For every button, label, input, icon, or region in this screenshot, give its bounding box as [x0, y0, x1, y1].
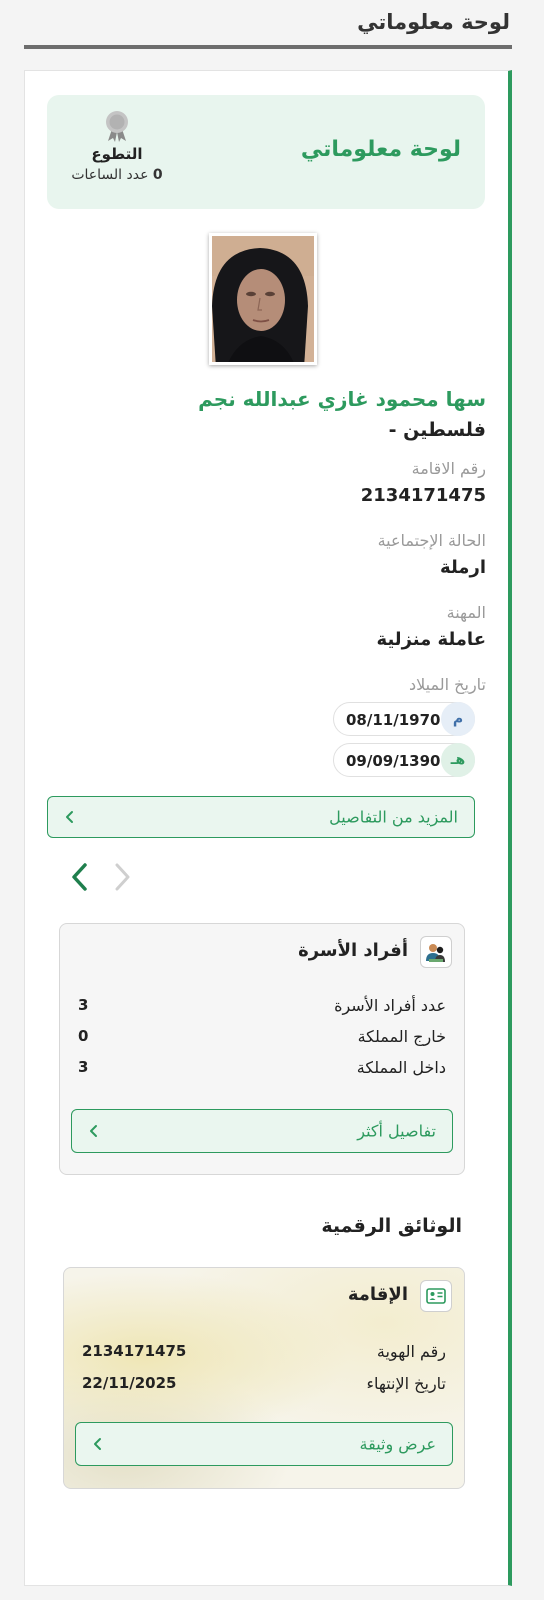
- family-row: خارج المملكة 0: [78, 1027, 446, 1051]
- occupation-value: عاملة منزلية: [376, 629, 486, 650]
- volunteer-title: التطوع: [91, 145, 143, 163]
- dashboard-hero: لوحة معلوماتي التطوع 0 عدد الساعات: [47, 95, 485, 209]
- chevron-left-icon: [66, 811, 73, 823]
- iqama-document-card: الإقامة رقم الهوية 2134171475 تاريخ الإن…: [63, 1267, 465, 1489]
- header-divider: [24, 45, 512, 49]
- volunteer-hours-label: عدد الساعات: [71, 167, 149, 183]
- iqama-title: الإقامة: [347, 1284, 408, 1305]
- family-members-card: أفراد الأسرة عدد أفراد الأسرة 3 خارج الم…: [59, 923, 465, 1175]
- family-row: داخل المملكة 3: [78, 1058, 446, 1082]
- profile-photo-image: [212, 236, 314, 362]
- more-details-button[interactable]: المزيد من التفاصيل: [47, 796, 475, 838]
- iqama-row-label: رقم الهوية: [376, 1342, 446, 1361]
- volunteer-hours: 0 عدد الساعات: [63, 167, 171, 183]
- gregorian-badge: م: [441, 702, 475, 736]
- birth-date-gregorian: م 08/11/1970: [333, 702, 475, 736]
- medal-icon: [106, 111, 128, 142]
- marital-status-label: الحالة الإجتماعية: [377, 531, 486, 550]
- residence-number-label: رقم الاقامة: [411, 459, 486, 478]
- birth-date-hijri: هـ 09/09/1390: [333, 743, 475, 777]
- profile-name: سها محمود غازي عبدالله نجم: [198, 387, 486, 411]
- more-details-label: المزيد من التفاصيل: [329, 807, 458, 827]
- family-row-label: عدد أفراد الأسرة: [334, 996, 446, 1015]
- iqama-row-value: 2134171475: [82, 1342, 187, 1360]
- profile-nationality: فلسطين -: [388, 419, 486, 441]
- occupation-label: المهنة: [446, 603, 486, 622]
- family-row: عدد أفراد الأسرة 3: [78, 996, 446, 1020]
- marital-status-value: ارملة: [440, 557, 486, 578]
- gregorian-date: 08/11/1970: [346, 711, 441, 729]
- view-document-label: عرض وثيقة: [359, 1434, 436, 1454]
- hijri-badge: هـ: [441, 743, 475, 777]
- chevron-left-icon: [90, 1125, 97, 1137]
- family-card-title: أفراد الأسرة: [298, 940, 408, 961]
- profile-photo: [209, 233, 317, 365]
- dashboard-title: لوحة معلوماتي: [300, 137, 461, 162]
- view-document-button[interactable]: عرض وثيقة: [75, 1422, 453, 1466]
- dashboard-panel: لوحة معلوماتي التطوع 0 عدد الساعات سها م…: [24, 70, 512, 1586]
- iqama-row: رقم الهوية 2134171475: [82, 1342, 446, 1366]
- residence-number-value: 2134171475: [360, 485, 486, 506]
- page-header: لوحة معلوماتي: [0, 0, 544, 70]
- family-icon: [420, 936, 452, 968]
- digital-documents-title: الوثائق الرقمية: [321, 1215, 462, 1237]
- birth-date-label: تاريخ الميلاد: [409, 675, 486, 694]
- chevron-right-icon[interactable]: [107, 859, 137, 895]
- family-row-value: 3: [78, 1058, 89, 1076]
- chevron-left-icon[interactable]: [65, 859, 95, 895]
- family-row-value: 3: [78, 996, 89, 1014]
- family-details-label: تفاصيل أكثر: [357, 1121, 436, 1141]
- family-row-label: خارج المملكة: [357, 1027, 446, 1046]
- volunteer-summary[interactable]: التطوع 0 عدد الساعات: [63, 109, 171, 183]
- page-title: لوحة معلوماتي: [357, 10, 510, 34]
- family-row-label: داخل المملكة: [356, 1058, 446, 1077]
- iqama-row-label: تاريخ الإنتهاء: [366, 1374, 446, 1393]
- family-row-value: 0: [78, 1027, 89, 1045]
- pagination: [65, 859, 145, 899]
- chevron-left-icon: [94, 1438, 101, 1450]
- iqama-row: تاريخ الإنتهاء 22/11/2025: [82, 1374, 446, 1398]
- family-details-button[interactable]: تفاصيل أكثر: [71, 1109, 453, 1153]
- volunteer-hours-value: 0: [152, 167, 163, 183]
- hijri-date: 09/09/1390: [346, 752, 441, 770]
- id-card-icon: [420, 1280, 452, 1312]
- iqama-row-value: 22/11/2025: [82, 1374, 177, 1392]
